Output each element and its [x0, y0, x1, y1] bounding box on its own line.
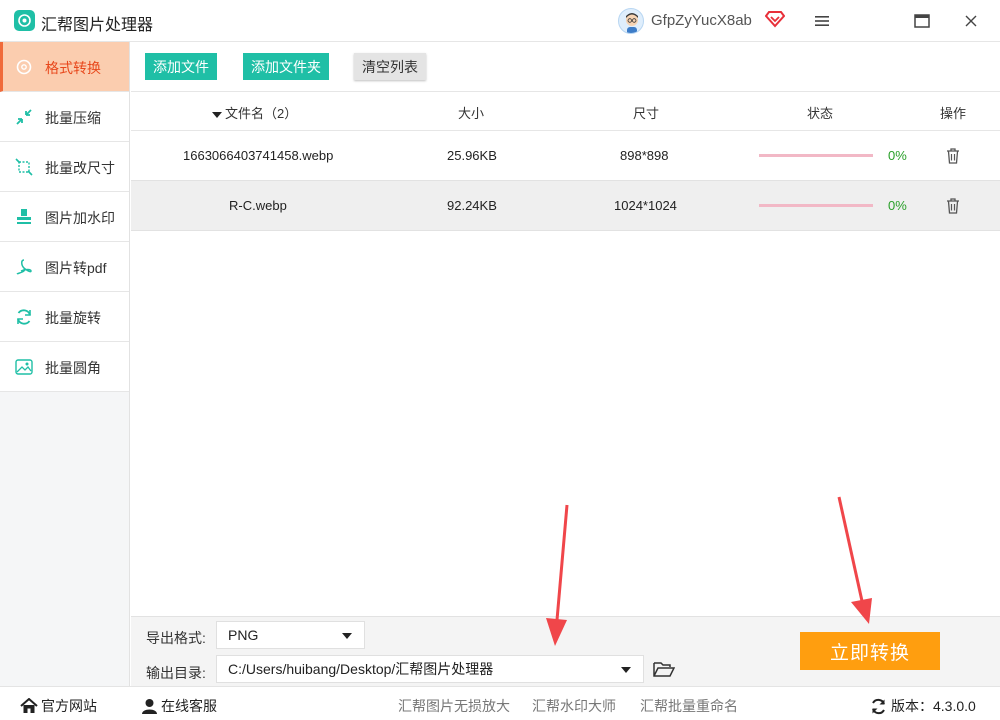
header-action: 操作 [940, 106, 967, 121]
sidebar-item-label: 图片加水印 [45, 210, 115, 226]
sidebar-item-rotate[interactable]: 批量旋转 [0, 292, 129, 342]
version-label: 版本：4.3.0.0 [891, 698, 976, 714]
header-dimension: 尺寸 [633, 106, 660, 121]
vip-diamond-icon[interactable] [764, 10, 786, 28]
progress-bar [759, 154, 873, 157]
sort-down-icon [212, 111, 222, 118]
arrow-to-convert-button [837, 496, 872, 624]
file-size: 92.24KB [447, 198, 497, 213]
avatar[interactable] [618, 8, 644, 34]
username[interactable]: GfpZyYucX8ab [651, 12, 752, 29]
title-bar: 汇帮图片处理器 GfpZyYucX8ab [0, 0, 1000, 42]
app-title: 汇帮图片处理器 [41, 17, 154, 34]
chevron-down-icon [342, 633, 352, 639]
file-name: 1663066403741458.webp [183, 148, 334, 163]
home-icon [20, 698, 38, 713]
pdf-icon [15, 258, 33, 276]
table-row[interactable]: 1663066403741458.webp 25.96KB 898*898 0% [131, 131, 1000, 181]
sidebar-item-watermark[interactable]: 图片加水印 [0, 192, 129, 242]
app-logo-icon [14, 10, 35, 31]
batch-rename-link[interactable]: 汇帮批量重命名 [640, 696, 738, 716]
sidebar: 格式转换 批量压缩 批量改尺寸 图片加水印 图片转pdf 批量旋转 批量圆角 [0, 42, 130, 686]
header-name-label: 文件名（2） [225, 106, 298, 121]
watermark-master-link[interactable]: 汇帮水印大师 [532, 696, 616, 716]
sidebar-item-to-pdf[interactable]: 图片转pdf [0, 242, 129, 292]
compress-icon [15, 108, 33, 126]
clear-list-button[interactable]: 清空列表 [354, 53, 426, 80]
sidebar-item-label: 批量旋转 [45, 310, 101, 326]
delete-icon[interactable] [945, 197, 961, 215]
official-website-link[interactable]: 官方网站 [20, 696, 97, 716]
footer: 官方网站 在线客服 汇帮图片无损放大 汇帮水印大师 汇帮批量重命名 版本：4.3… [0, 686, 1000, 720]
file-dimension: 898*898 [620, 148, 669, 163]
format-convert-icon [15, 58, 33, 76]
sidebar-item-compress[interactable]: 批量压缩 [0, 92, 129, 142]
add-file-button[interactable]: 添加文件 [145, 53, 217, 80]
sidebar-item-format-convert[interactable]: 格式转换 [0, 42, 129, 92]
rotate-icon [15, 308, 33, 326]
folder-open-icon[interactable] [653, 660, 676, 678]
file-dimension: 1024*1024 [614, 198, 677, 213]
convert-now-button[interactable]: 立即转换 [800, 632, 940, 670]
refresh-icon [872, 698, 885, 714]
close-icon[interactable] [959, 9, 983, 33]
header-size: 大小 [458, 106, 485, 121]
online-service-label: 在线客服 [161, 698, 217, 714]
format-label: 导出格式: [146, 630, 206, 646]
add-folder-button[interactable]: 添加文件夹 [243, 53, 329, 80]
header-name[interactable]: 文件名（2） [212, 103, 297, 122]
table-row[interactable]: R-C.webp 92.24KB 1024*1024 0% [131, 181, 1000, 231]
menu-icon[interactable] [810, 9, 834, 33]
sidebar-item-label: 批量压缩 [45, 110, 101, 126]
output-dir-value: C:/Users/huibang/Desktop/汇帮图片处理器 [228, 661, 494, 677]
format-value: PNG [228, 627, 259, 643]
progress-percent: 0% [888, 198, 907, 213]
version-info[interactable]: 版本：4.3.0.0 [870, 696, 976, 716]
output-dir-label: 输出目录: [146, 665, 206, 681]
file-name: R-C.webp [229, 198, 287, 213]
header-status: 状态 [807, 106, 834, 121]
file-size: 25.96KB [447, 148, 497, 163]
rounded-corner-icon [15, 358, 33, 376]
progress-bar [759, 204, 873, 207]
resize-icon [15, 158, 33, 176]
toolbar: 添加文件 添加文件夹 清空列表 [131, 42, 1000, 92]
progress-percent: 0% [888, 148, 907, 163]
table-header: 文件名（2） 大小 尺寸 状态 操作 [131, 92, 1000, 131]
official-website-label: 官方网站 [41, 698, 97, 714]
sidebar-item-label: 批量圆角 [45, 360, 101, 376]
lossless-enlarge-link[interactable]: 汇帮图片无损放大 [398, 696, 510, 716]
watermark-icon [15, 208, 33, 226]
sidebar-item-rounded-corner[interactable]: 批量圆角 [0, 342, 129, 392]
format-select[interactable]: PNG [216, 621, 365, 649]
sidebar-item-label: 格式转换 [45, 60, 101, 76]
delete-icon[interactable] [945, 147, 961, 165]
output-settings: 导出格式: PNG 输出目录: C:/Users/huibang/Desktop… [131, 616, 1000, 686]
online-service-link[interactable]: 在线客服 [141, 696, 217, 716]
sidebar-item-resize[interactable]: 批量改尺寸 [0, 142, 129, 192]
output-dir-select[interactable]: C:/Users/huibang/Desktop/汇帮图片处理器 [216, 655, 644, 683]
chevron-down-icon [621, 667, 631, 673]
service-person-icon [142, 699, 157, 714]
maximize-icon[interactable] [910, 9, 934, 33]
sidebar-item-label: 图片转pdf [45, 260, 107, 276]
sidebar-item-label: 批量改尺寸 [45, 160, 115, 176]
